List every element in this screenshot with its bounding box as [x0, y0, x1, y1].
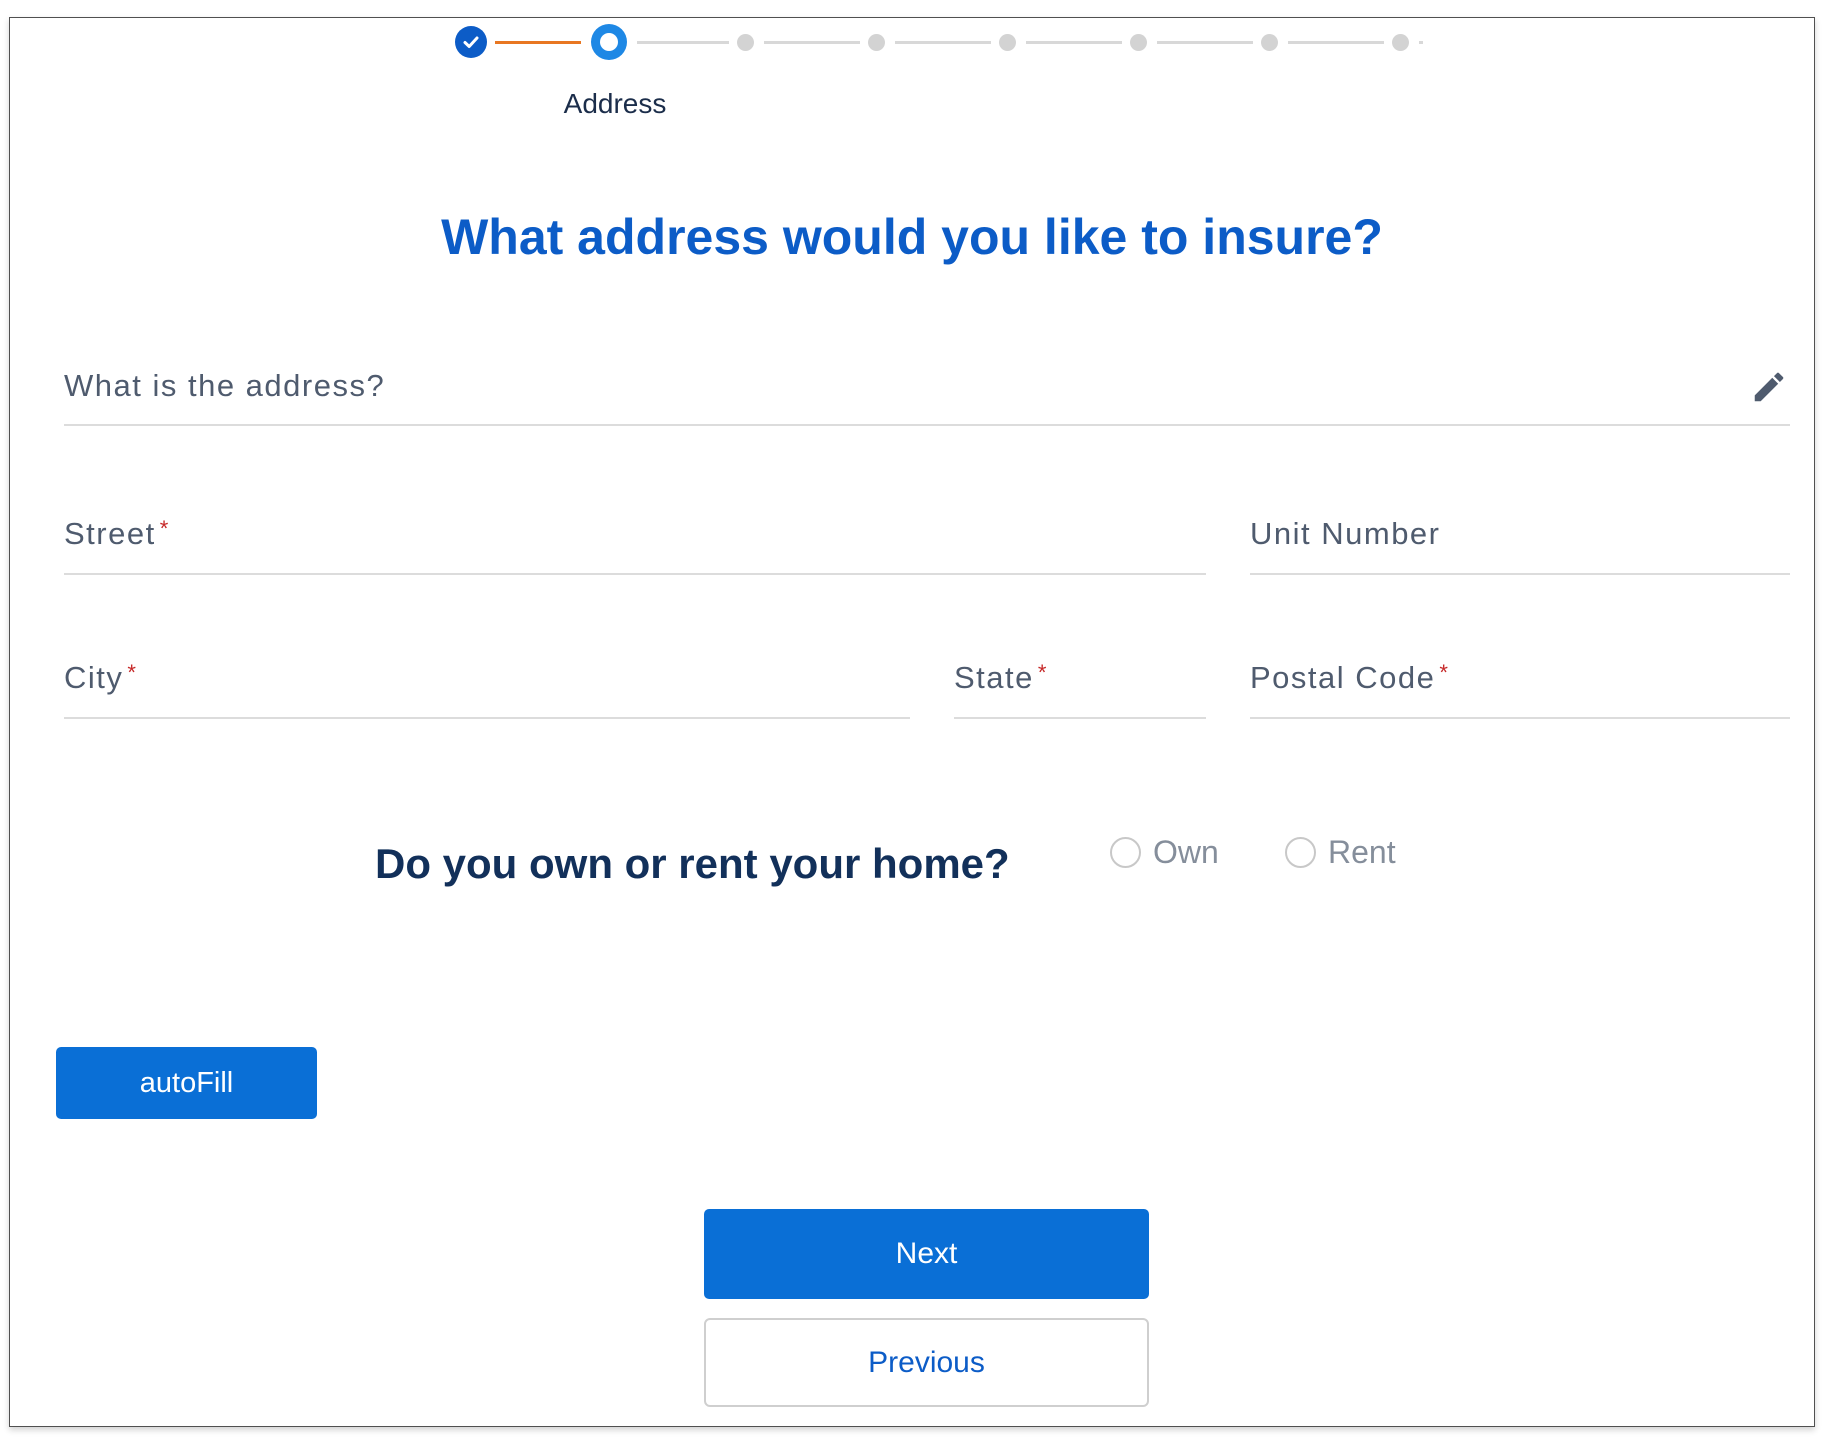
step-dot-6 — [1130, 34, 1147, 51]
address-search-field[interactable]: What is the address? — [64, 348, 1794, 426]
step-connector-completed — [495, 41, 581, 44]
previous-button[interactable]: Previous — [704, 1318, 1149, 1407]
ownership-question: Do you own or rent your home? — [375, 840, 1010, 887]
current-step-label: Address — [563, 88, 667, 119]
address-search-input[interactable] — [64, 348, 1794, 426]
step-connector — [764, 41, 860, 44]
step-connector — [1026, 41, 1122, 44]
step-dot-7 — [1261, 34, 1278, 51]
step-connector — [1288, 41, 1384, 44]
city-field[interactable]: City * — [64, 640, 914, 719]
state-input[interactable] — [954, 640, 1210, 719]
unit-number-field[interactable]: Unit Number — [1250, 496, 1794, 575]
page-frame: Address What address would you like to i… — [9, 17, 1815, 1427]
radio-circle-icon[interactable] — [1285, 837, 1316, 868]
step-connector — [637, 41, 729, 44]
postal-code-input[interactable] — [1250, 640, 1794, 719]
step-connector — [1419, 41, 1423, 44]
radio-circle-icon[interactable] — [1110, 837, 1141, 868]
step-dot-8 — [1392, 34, 1409, 51]
step-connector — [1157, 41, 1253, 44]
step-connector — [895, 41, 991, 44]
step-dot-5 — [999, 34, 1016, 51]
radio-rent-label: Rent — [1328, 834, 1396, 870]
step-dot-3 — [737, 34, 754, 51]
unit-number-input[interactable] — [1250, 496, 1794, 575]
postal-code-field[interactable]: Postal Code * — [1250, 640, 1794, 719]
street-input[interactable] — [64, 496, 1210, 575]
pencil-icon[interactable] — [1750, 368, 1790, 408]
radio-own-label: Own — [1153, 834, 1219, 870]
autofill-button[interactable]: autoFill — [56, 1047, 317, 1119]
next-button[interactable]: Next — [704, 1209, 1149, 1299]
radio-rent[interactable]: Rent — [1285, 834, 1396, 871]
street-field[interactable]: Street * — [64, 496, 1210, 575]
progress-stepper: Address — [10, 18, 1814, 138]
page-title: What address would you like to insure? — [441, 209, 1383, 265]
step-dot-4 — [868, 34, 885, 51]
step-completed-check-icon — [455, 26, 487, 58]
city-input[interactable] — [64, 640, 914, 719]
radio-own[interactable]: Own — [1110, 834, 1219, 871]
step-current-indicator — [591, 24, 627, 60]
state-field[interactable]: State * — [954, 640, 1210, 719]
